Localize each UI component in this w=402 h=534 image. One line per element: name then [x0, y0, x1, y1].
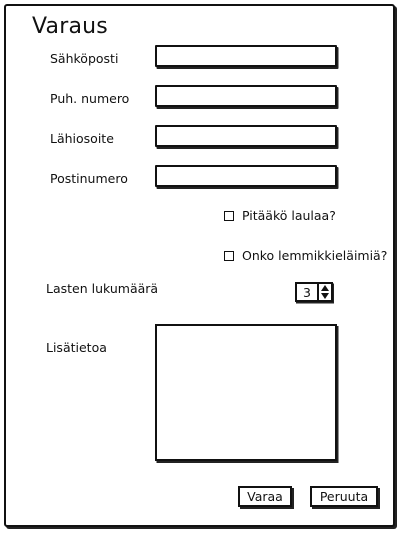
cancel-button[interactable]: Peruuta: [310, 486, 378, 507]
email-label: Sähköposti: [50, 51, 119, 66]
info-textarea[interactable]: [155, 324, 337, 461]
phone-label: Puh. numero: [50, 91, 130, 106]
book-button[interactable]: Varaa: [238, 486, 292, 507]
pets-checkbox[interactable]: [224, 250, 234, 261]
arrow-up-icon[interactable]: [321, 285, 329, 291]
children-stepper[interactable]: 3: [295, 282, 333, 302]
sing-checkbox-row[interactable]: Pitääkö laulaa?: [224, 208, 336, 223]
reservation-window: Varaus Sähköposti Puh. numero Lähiosoite…: [4, 4, 395, 527]
pets-checkbox-row[interactable]: Onko lemmikkieläimiä?: [224, 248, 387, 263]
stepper-arrows[interactable]: [319, 284, 331, 300]
sing-checkbox-label: Pitääkö laulaa?: [242, 208, 336, 223]
postal-input[interactable]: [157, 169, 335, 187]
postal-field[interactable]: [155, 165, 337, 187]
sing-checkbox[interactable]: [224, 210, 234, 221]
arrow-down-icon[interactable]: [321, 293, 329, 299]
address-input[interactable]: [157, 129, 335, 147]
email-input[interactable]: [157, 49, 335, 67]
email-field[interactable]: [155, 45, 337, 67]
postal-label: Postinumero: [50, 171, 128, 186]
info-input[interactable]: [157, 326, 335, 459]
phone-input[interactable]: [157, 89, 335, 107]
pets-checkbox-label: Onko lemmikkieläimiä?: [242, 248, 388, 263]
phone-field[interactable]: [155, 85, 337, 107]
info-label: Lisätietoa: [46, 340, 107, 355]
children-value[interactable]: 3: [297, 284, 319, 300]
address-field[interactable]: [155, 125, 337, 147]
children-label: Lasten lukumäärä: [46, 281, 159, 296]
address-label: Lähiosoite: [50, 131, 114, 146]
page-title: Varaus: [32, 14, 108, 39]
